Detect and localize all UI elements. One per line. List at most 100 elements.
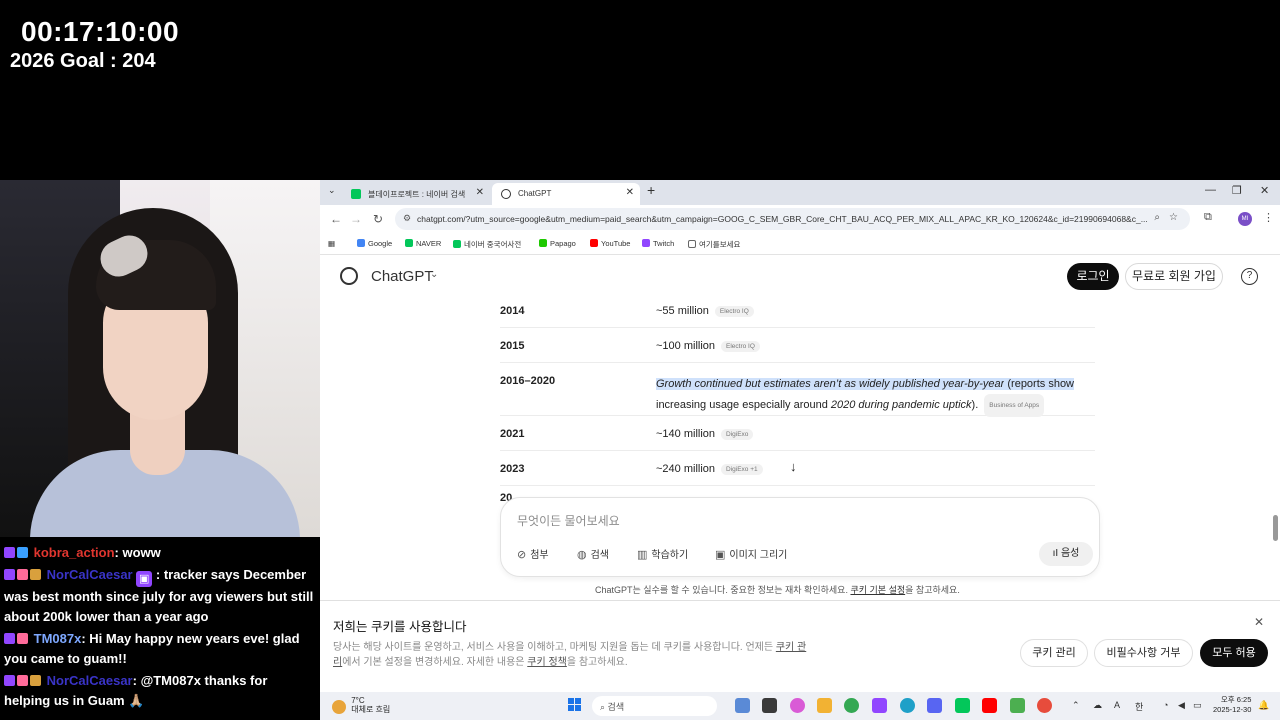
chat-message: NorCalCaesar ▣ : tracker says December w… [4,565,316,627]
chevron-down-icon[interactable]: ⌄ [430,269,438,280]
source-chip[interactable]: DigiExo [721,429,754,440]
close-tab-icon[interactable]: ✕ [626,187,634,198]
bookmark-google[interactable]: Google [357,239,392,248]
help-icon[interactable]: ? [1241,268,1258,285]
year-cell: 2021 [500,428,525,440]
attach-button[interactable]: ⊘ 첨부 [517,546,549,561]
new-tab-icon[interactable]: + [647,182,655,198]
chatgpt-page: ChatGPT ⌄ 로그인 무료로 회원 가입 ? 2014 ~55 milli… [320,255,1280,692]
chat-username[interactable]: NorCalCaesar [47,673,133,688]
wifi-icon[interactable]: ◔ [1163,700,1168,710]
reject-cookies-button[interactable]: 비필수사항 거부 [1094,639,1193,667]
twitch-app-icon[interactable] [872,698,887,713]
weather-desc: 대체로 흐림 [351,705,391,714]
model-selector[interactable]: ChatGPT [371,268,434,285]
badge-icon [17,547,28,558]
highlighted-text: Growth continued but estimates aren’t as… [656,378,1005,390]
start-icon[interactable] [568,698,582,712]
browser-toolbar: ← → ↻ ⚙ chatgpt.com/?utm_source=google&u… [320,205,1280,233]
weather-widget[interactable]: 7°C 대체로 흐림 [332,696,390,714]
naver-app-icon[interactable] [955,698,970,713]
table-row: 2015 ~100 million Electro IQ [500,328,1095,363]
chat-username[interactable]: TM087x [34,631,82,646]
address-bar[interactable]: ⚙ chatgpt.com/?utm_source=google&utm_med… [395,208,1190,230]
source-chip[interactable]: Electro IQ [721,341,760,352]
bookmark-twitch[interactable]: Twitch [642,239,674,248]
scroll-thumb[interactable] [1273,515,1278,541]
menu-kebab-icon[interactable]: ⋮ [1263,211,1274,224]
tray-chevron-icon[interactable]: ⌃ [1072,700,1080,711]
tab-search-icon[interactable]: ⌄ [328,185,336,196]
prompt-input[interactable]: 무엇이든 물어보세요 [517,512,620,529]
clock[interactable]: 오후 6:25 2025-12-30 [1213,695,1251,715]
voice-button[interactable]: ıI 음성 [1039,542,1093,566]
zoom-icon[interactable]: ⌕ [1154,212,1160,223]
login-button[interactable]: 로그인 [1067,263,1119,290]
tab-naver-search[interactable]: 블데이프로젝트 : 네이버 검색 ✕ [342,183,490,205]
cookie-settings-link[interactable]: 쿠키 기본 설정 [850,585,905,595]
value-cell: ~140 million DigiExo [656,428,754,440]
chrome-icon[interactable] [844,698,859,713]
bookmark-papago[interactable]: Papago [539,239,576,248]
taskbar-search[interactable]: ⌕ 검색 [592,696,717,716]
extensions-icon[interactable]: ⧉ [1204,211,1212,224]
tab-label: 블데이프로젝트 : 네이버 검색 [368,190,466,199]
waveform-icon: ıI [1052,548,1061,559]
profile-avatar[interactable]: MI [1238,212,1252,226]
image-button[interactable]: ▣ 이미지 그리기 [715,546,787,561]
disclaimer: ChatGPT는 실수를 할 수 있습니다. 중요한 정보는 재차 확인하세요.… [595,585,960,595]
forward-icon[interactable]: → [350,212,362,226]
accept-cookies-button[interactable]: 모두 허용 [1200,639,1268,667]
signup-button[interactable]: 무료로 회원 가입 [1125,263,1223,290]
volume-icon[interactable]: ◀ [1178,700,1185,711]
notification-icon[interactable]: 🔔 [1258,700,1269,711]
terminal-icon[interactable] [762,698,777,713]
ime-a[interactable]: A [1114,700,1120,710]
goal-text: 2026 Goal : 204 [10,50,156,72]
page-scrollbar[interactable] [1272,255,1279,600]
chat-message: kobra_action: woww [4,543,316,563]
ime-korean[interactable]: 한 [1135,700,1143,713]
notepad-icon[interactable] [1010,698,1025,713]
chat-username[interactable]: kobra_action [34,545,115,560]
cookie-policy-link[interactable]: 쿠키 정책 [527,657,567,668]
minimize-icon[interactable]: — [1205,184,1216,196]
youtube-app-icon[interactable] [982,698,997,713]
tab-chatgpt[interactable]: ChatGPT ✕ [492,183,640,205]
source-chip[interactable]: Electro IQ [714,306,754,317]
restore-icon[interactable]: ❐ [1232,184,1242,197]
close-icon[interactable]: ✕ [1254,615,1264,629]
scroll-down-arrow-icon[interactable]: ↓ [790,459,797,474]
close-window-icon[interactable]: ✕ [1260,184,1269,197]
reload-icon[interactable]: ↻ [373,212,383,226]
source-chip[interactable]: Business of Apps [984,394,1045,417]
task-view-icon[interactable] [735,698,750,713]
manage-cookies-button[interactable]: 쿠키 관리 [1020,639,1088,667]
source-chip[interactable]: DigiExo +1 [721,464,763,475]
edge-icon[interactable] [900,698,915,713]
network-tray-icon[interactable]: ☁ [1093,700,1102,711]
copilot-icon[interactable] [790,698,805,713]
bookmark-naver-dict[interactable]: 네이버 중국어사전 [453,239,521,250]
bookmark-folder[interactable]: 여기를보세요 [688,239,740,250]
apps-grid-icon[interactable]: ▦ [328,239,335,248]
naver-icon [351,189,361,199]
search-button[interactable]: ◍ 검색 [577,546,609,561]
back-icon[interactable]: ← [330,212,342,226]
stream-overlay: 00:17:10:00 2026 Goal : 204 [0,0,320,180]
bookmark-youtube[interactable]: YouTube [590,239,630,248]
chat-text: : @TM087x thanks for helping us in Guam … [4,673,268,708]
naver-icon [405,239,413,247]
battery-icon[interactable]: ▭ [1193,700,1202,711]
close-tab-icon[interactable]: ✕ [476,187,484,198]
cookie-body: 당사는 해당 사이트를 운영하고, 서비스 사용을 이해하고, 마케팅 지원을 … [333,642,807,668]
bookmark-star-icon[interactable]: ☆ [1169,212,1178,223]
table-row: 2023 ~240 million DigiExo +1 [500,451,1095,486]
discord-icon[interactable] [927,698,942,713]
file-explorer-icon[interactable] [817,698,832,713]
app-icon[interactable] [1037,698,1052,713]
bookmark-naver[interactable]: NAVER [405,239,441,248]
site-info-icon[interactable]: ⚙ [403,213,411,224]
study-button[interactable]: ▥ 학습하기 [637,546,688,561]
chat-username[interactable]: NorCalCaesar [47,567,133,582]
